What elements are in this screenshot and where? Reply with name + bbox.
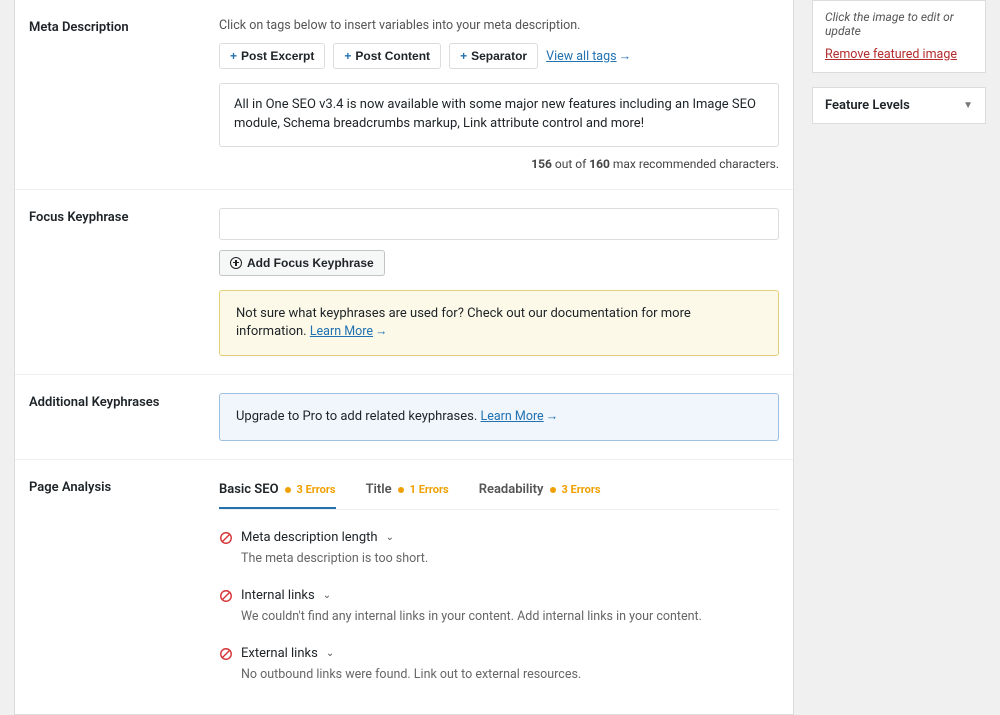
warning-dot-icon bbox=[550, 487, 556, 493]
additional-keyphrases-label: Additional Keyphrases bbox=[29, 393, 219, 441]
meta-description-hint: Click on tags below to insert variables … bbox=[219, 18, 779, 33]
view-all-tags-link[interactable]: View all tags → bbox=[546, 49, 631, 64]
error-circle-icon bbox=[219, 647, 233, 661]
featured-image-panel: Click the image to edit or update Remove… bbox=[812, 0, 986, 73]
meta-description-input[interactable] bbox=[219, 83, 779, 147]
analysis-item-desc: We couldn't find any internal links in y… bbox=[241, 609, 779, 624]
warning-dot-icon bbox=[285, 487, 291, 493]
meta-description-charcount: 156 out of 160 max recommended character… bbox=[219, 157, 779, 171]
tag-post-excerpt[interactable]: +Post Excerpt bbox=[219, 43, 325, 69]
keyphrase-help-notice: Not sure what keyphrases are used for? C… bbox=[219, 290, 779, 356]
analysis-item: Meta description length ⌄ The meta descr… bbox=[219, 522, 779, 580]
focus-keyphrase-label: Focus Keyphrase bbox=[29, 208, 219, 356]
featured-image-hint: Click the image to edit or update bbox=[813, 1, 985, 47]
sidebar: Click the image to edit or update Remove… bbox=[812, 0, 986, 715]
arrow-right-icon: → bbox=[375, 323, 388, 341]
analysis-item: External links ⌄ No outbound links were … bbox=[219, 638, 779, 696]
tag-separator[interactable]: +Separator bbox=[449, 43, 538, 69]
triangle-down-icon: ▼ bbox=[963, 100, 973, 111]
add-focus-keyphrase-button[interactable]: Add Focus Keyphrase bbox=[219, 250, 385, 276]
arrow-right-icon: → bbox=[619, 49, 632, 64]
tab-readability[interactable]: Readability 3 Errors bbox=[479, 478, 601, 509]
meta-description-label: Meta Description bbox=[29, 18, 219, 171]
plus-circle-icon bbox=[230, 257, 242, 269]
error-circle-icon bbox=[219, 531, 233, 545]
chevron-down-icon: ⌄ bbox=[323, 590, 331, 601]
error-circle-icon bbox=[219, 589, 233, 603]
page-analysis-label: Page Analysis bbox=[29, 478, 219, 696]
analysis-item-toggle[interactable]: Meta description length ⌄ bbox=[219, 530, 779, 545]
analysis-tabs: Basic SEO 3 Errors Title 1 Errors Readab… bbox=[219, 478, 779, 510]
tag-post-content[interactable]: +Post Content bbox=[333, 43, 441, 69]
remove-featured-image-link[interactable]: Remove featured image bbox=[825, 47, 957, 62]
analysis-item-desc: No outbound links were found. Link out t… bbox=[241, 667, 779, 682]
learn-more-link[interactable]: Learn More → bbox=[310, 324, 388, 339]
arrow-right-icon: → bbox=[546, 408, 559, 426]
analysis-item-toggle[interactable]: Internal links ⌄ bbox=[219, 588, 779, 603]
main-panel: Meta Description Click on tags below to … bbox=[14, 0, 794, 715]
feature-levels-panel-toggle[interactable]: Feature Levels ▼ bbox=[812, 87, 986, 124]
plus-icon: + bbox=[230, 49, 237, 63]
upgrade-pro-notice: Upgrade to Pro to add related keyphrases… bbox=[219, 393, 779, 441]
plus-icon: + bbox=[460, 49, 467, 63]
plus-icon: + bbox=[344, 49, 351, 63]
analysis-item-toggle[interactable]: External links ⌄ bbox=[219, 646, 779, 661]
chevron-down-icon: ⌄ bbox=[326, 648, 334, 659]
analysis-item-desc: The meta description is too short. bbox=[241, 551, 779, 566]
warning-dot-icon bbox=[398, 487, 404, 493]
tab-title[interactable]: Title 1 Errors bbox=[366, 478, 449, 509]
focus-keyphrase-input[interactable] bbox=[219, 208, 779, 240]
analysis-item: Internal links ⌄ We couldn't find any in… bbox=[219, 580, 779, 638]
chevron-down-icon: ⌄ bbox=[386, 532, 394, 543]
tab-basic-seo[interactable]: Basic SEO 3 Errors bbox=[219, 478, 336, 509]
learn-more-link[interactable]: Learn More → bbox=[481, 409, 559, 424]
